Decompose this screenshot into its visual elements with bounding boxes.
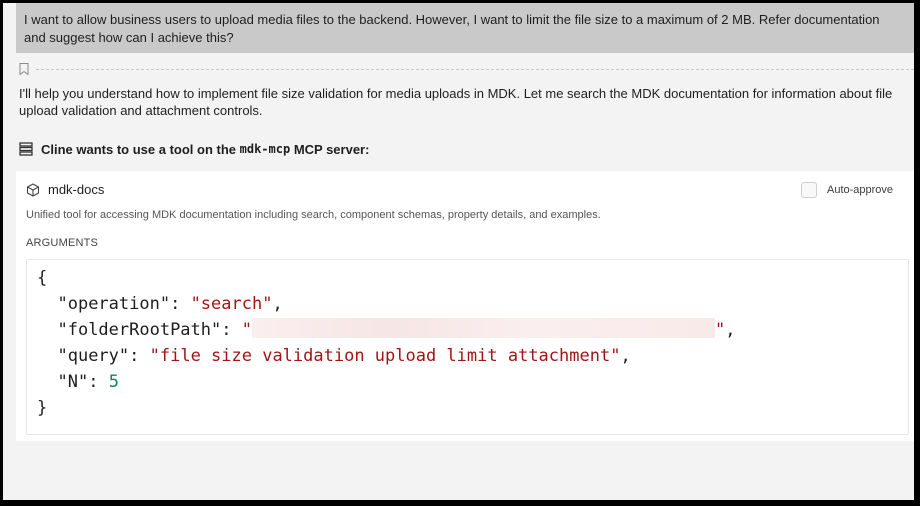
- assistant-message: I'll help you understand how to implemen…: [19, 86, 893, 118]
- tool-card: mdk-docs Auto-approve Unified tool for a…: [16, 171, 914, 441]
- cube-icon: [26, 182, 40, 197]
- tool-request-header: Cline wants to use a tool on the mdk-mcp…: [19, 140, 369, 158]
- open-brace: {: [37, 268, 48, 288]
- auto-approve-toggle[interactable]: Auto-approve: [801, 182, 893, 198]
- chat-panel: I want to allow business users to upload…: [3, 3, 914, 500]
- close-brace: }: [37, 398, 48, 418]
- operation-value: "search": [190, 294, 273, 314]
- code-line-operation: "operation": "search",: [57, 294, 283, 314]
- message-divider: [16, 61, 914, 77]
- dashed-divider: [36, 69, 914, 70]
- user-message: I want to allow business users to upload…: [16, 3, 914, 53]
- server-name: mdk-mcp: [239, 142, 291, 156]
- operation-key: "operation": [57, 294, 171, 314]
- n-value: 5: [108, 372, 119, 392]
- redacted-path: [251, 318, 715, 338]
- code-line-folder: "folderRootPath": " ",: [57, 318, 736, 340]
- code-line-n: "N": 5: [57, 372, 119, 392]
- chat-bottom-area: [3, 451, 914, 500]
- query-key: "query": [57, 346, 130, 366]
- code-line-query: "query": "file size validation upload li…: [57, 346, 631, 366]
- auto-approve-checkbox[interactable]: [801, 182, 817, 198]
- tool-request-suffix: MCP server:: [290, 141, 370, 157]
- tool-request-prefix: Cline wants to use a tool on the: [41, 141, 240, 157]
- folder-value-open: ": [241, 320, 252, 340]
- tool-name-row: mdk-docs: [26, 182, 104, 197]
- arguments-code-block: { "operation": "search", "folderRootPath…: [26, 259, 909, 435]
- tool-description: Unified tool for accessing MDK documenta…: [26, 209, 601, 221]
- folder-value-close: ": [714, 320, 726, 340]
- tool-name: mdk-docs: [48, 182, 105, 197]
- server-icon: [19, 142, 33, 156]
- folder-key: "folderRootPath": [57, 320, 222, 340]
- code-line-open: {: [37, 266, 47, 290]
- query-value: "file size validation upload limit attac…: [149, 346, 621, 366]
- code-line-close: }: [37, 396, 47, 420]
- bookmark-icon[interactable]: [19, 63, 29, 75]
- n-key: "N": [57, 372, 89, 392]
- arguments-label: ARGUMENTS: [26, 237, 99, 249]
- auto-approve-label: Auto-approve: [827, 184, 894, 196]
